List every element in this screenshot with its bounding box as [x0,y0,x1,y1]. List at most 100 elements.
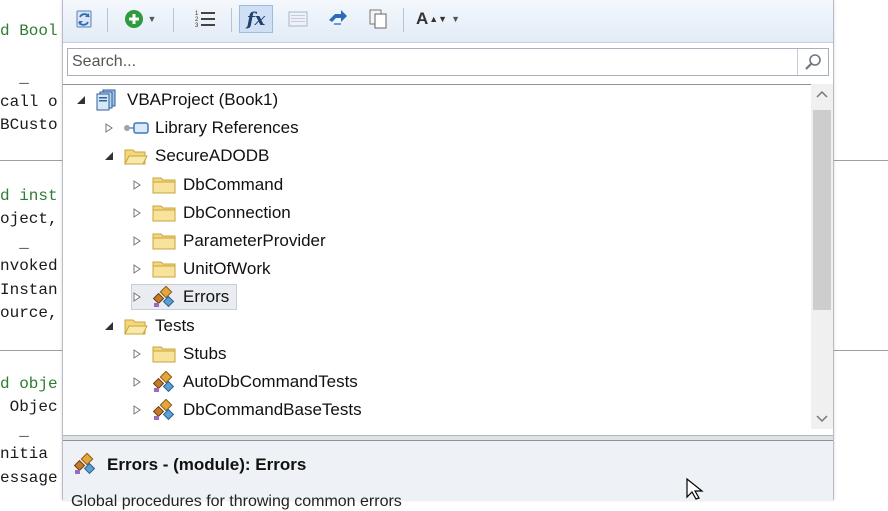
folder-icon [151,343,177,365]
mouse-cursor-icon [686,478,704,500]
tree-node-label: Stubs [183,343,227,363]
scroll-thumb[interactable] [813,110,831,310]
tree-node-selected[interactable]: Errors [131,284,238,311]
collapsed-arrow-icon[interactable] [131,405,143,416]
chevron-up-icon [816,90,828,98]
tree-node[interactable]: DbCommand [131,172,286,198]
tree-node[interactable]: AutoDbCommandTests [131,369,361,395]
tree-node[interactable]: Tests [103,313,198,339]
panel-icon [288,11,308,27]
tree-scrollbar[interactable] [811,84,833,429]
collapsed-arrow-icon[interactable] [131,292,143,303]
collapsed-arrow-icon[interactable] [131,179,143,190]
toolbar-separator [107,8,108,32]
search-input[interactable] [68,49,796,75]
explorer-toolbar: ▼ 1 2 3 fx A ▲▼ ▼ [63,0,833,43]
toolbar-separator [231,8,232,32]
details-pane: Errors - (module): Errors Global procedu… [63,440,833,510]
tree-node[interactable]: SecureADODB [103,143,272,169]
code-line: call o [0,92,58,111]
scroll-down-button[interactable] [811,409,833,429]
copy-icon [369,9,387,29]
show-signatures-button[interactable]: fx [239,5,273,33]
tree-node[interactable]: Library References [103,115,302,141]
code-line: _ [0,69,29,87]
tree-node[interactable]: UnitOfWork [131,256,274,282]
tree-node-label: AutoDbCommandTests [183,372,358,391]
collapsed-arrow-icon[interactable] [131,236,143,246]
folder-icon [151,202,177,224]
expanded-arrow-icon[interactable] [103,151,115,161]
tree-node-label: SecureADODB [155,146,270,166]
folder-icon [151,230,177,252]
code-line: _ [0,421,29,440]
tree-node[interactable]: VBAProject (Book1) [75,87,281,113]
sync-icon [329,10,347,25]
fx-icon: fx [246,8,266,30]
module-icon [151,371,177,393]
code-line: oject, [0,210,58,228]
tree-node[interactable]: Stubs [131,341,229,367]
font-size-button[interactable]: A ▲▼ ▼ [413,5,463,33]
tree-node[interactable]: ParameterProvider [131,228,329,254]
scroll-up-button[interactable] [811,84,833,104]
numbered-list-icon: 1 2 3 [195,11,215,29]
tree-node[interactable]: DbCommandBaseTests [131,397,365,423]
copy-button[interactable] [363,5,393,33]
folder-icon [151,258,177,280]
sort-button[interactable]: 1 2 3 [191,5,221,33]
code-line: essage [0,468,58,487]
tree-node-label: Tests [155,315,195,335]
toolbar-separator [173,8,174,32]
font-size-sub-icon: ▲▼ [429,14,448,24]
svg-text:3: 3 [195,23,199,29]
tree-node-label: Errors [183,287,230,307]
tree-node-label: VBAProject (Book1) [127,90,279,109]
code-line: ource, [0,304,58,322]
code-line: d Bool [0,22,58,40]
plus-circle-icon [124,10,143,28]
references-icon [123,117,149,139]
tree-node[interactable]: DbConnection [131,200,294,226]
tree-node-label: UnitOfWork [183,259,271,279]
code-line: Objec [0,398,58,416]
expanded-arrow-icon[interactable] [75,95,87,105]
code-line: d inst [0,186,58,205]
collapsed-arrow-icon[interactable] [131,264,143,275]
module-icon [151,286,177,308]
tree-node-label: DbCommandBaseTests [183,400,362,420]
expanded-arrow-icon[interactable] [103,321,115,331]
collapsed-arrow-icon[interactable] [131,377,143,387]
refresh-button[interactable] [69,5,99,33]
project-icon [95,89,121,111]
panel-button[interactable] [283,5,313,33]
details-description: Global procedures for throwing common er… [71,493,402,510]
code-line: nitia [0,445,49,463]
code-line: BCusto [0,116,58,134]
font-size-icon: A [415,9,429,28]
code-line: d obje [0,374,58,393]
chevron-down-icon [816,415,828,423]
collapsed-arrow-icon[interactable] [131,207,143,218]
search-button[interactable] [797,49,828,75]
details-title: Errors - (module): Errors [107,455,307,474]
collapsed-arrow-icon[interactable] [103,123,115,134]
code-explorer-panel: ▼ 1 2 3 fx A ▲▼ ▼ Search... VBAProject (… [62,0,834,510]
search-icon [805,54,821,70]
tree-node-label: Library References [155,118,299,138]
sync-button[interactable] [323,5,353,33]
collapsed-arrow-icon[interactable] [131,348,143,359]
add-button[interactable]: ▼ [115,5,165,33]
folder-open-icon [123,145,149,167]
search-box [67,48,829,76]
code-line: Instan [0,280,58,299]
chevron-down-icon: ▼ [451,14,461,24]
tree-node-label: ParameterProvider [183,231,326,250]
refresh-icon [76,10,92,28]
folder-icon [151,174,177,196]
module-icon [151,399,177,421]
tree-node-label: DbCommand [183,174,284,194]
tree-node-label: DbConnection [183,202,291,222]
toolbar-separator [403,8,404,32]
folder-open-icon [123,315,149,337]
